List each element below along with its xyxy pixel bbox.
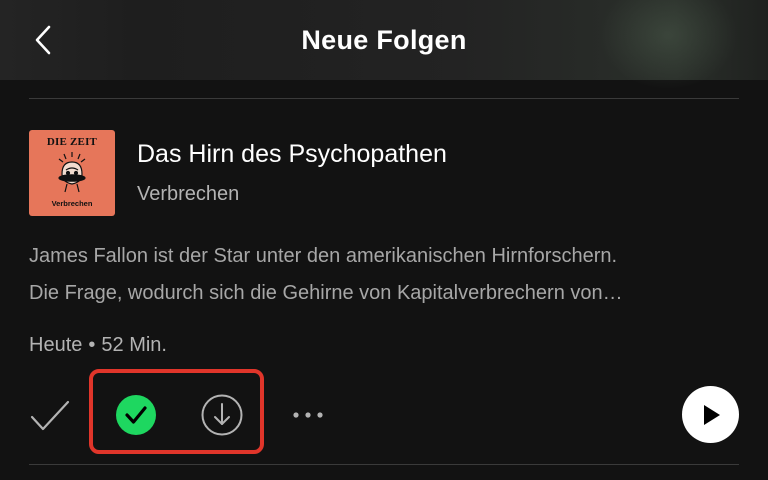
checkmark-icon: [30, 400, 70, 431]
more-options-button[interactable]: [286, 400, 330, 430]
episode-description[interactable]: James Fallon ist der Star unter den amer…: [29, 238, 739, 312]
cover-show-name: Verbrechen: [51, 199, 93, 208]
chevron-left-icon: [35, 25, 51, 55]
mark-as-played-button[interactable]: [28, 396, 72, 436]
episode-title[interactable]: Das Hirn des Psychopathen: [137, 140, 447, 169]
play-button[interactable]: [682, 386, 739, 443]
episode-show-name[interactable]: Verbrechen: [137, 183, 239, 206]
divider-top: [29, 98, 739, 99]
episode-date: Heute: [29, 334, 83, 356]
divider-bottom: [29, 464, 739, 465]
meta-separator: •: [88, 334, 96, 356]
cover-artwork: [58, 152, 86, 193]
back-button[interactable]: [26, 22, 60, 58]
cover-brand: DIE ZEIT: [46, 136, 98, 148]
episode-cover[interactable]: DIE ZEIT Verbrechen: [29, 130, 115, 216]
highlight-annotation: [89, 369, 264, 454]
episode-duration: 52 Min.: [101, 334, 167, 356]
description-line-1: James Fallon ist der Star unter den amer…: [29, 245, 618, 267]
play-icon: [703, 404, 720, 425]
description-line-2: Die Frage, wodurch sich die Gehirne von …: [29, 282, 623, 304]
page-title: Neue Folgen: [301, 24, 467, 55]
episode-meta: Heute • 52 Min.: [29, 334, 167, 357]
more-dots-icon: [293, 412, 323, 418]
